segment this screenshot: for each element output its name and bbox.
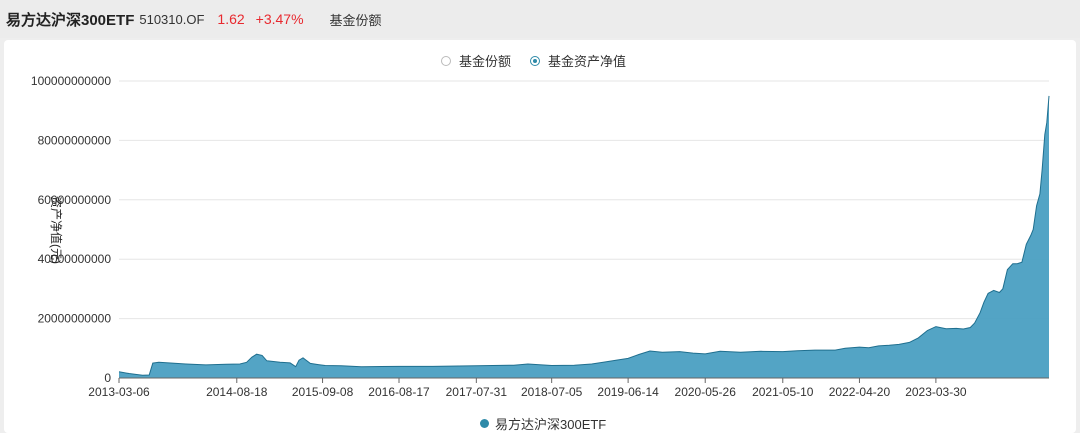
axes [118, 377, 1049, 383]
grid-lines [119, 80, 1049, 320]
x-tick-label: 2013-03-06 [88, 385, 150, 399]
x-tick-label: 2021-05-10 [752, 385, 814, 399]
x-tick-label: 2020-05-26 [675, 385, 737, 399]
x-tick-label: 2023-03-30 [905, 385, 967, 399]
y-tick-label: 40000000000 [38, 252, 112, 266]
series-legend[interactable]: 易方达沪深300ETF [480, 414, 606, 433]
series-area [118, 95, 1050, 379]
x-tick-labels: 2013-03-06 2014-08-18 2015-09-08 2016-08-17… [88, 385, 967, 399]
series-legend-dot-icon [480, 419, 489, 428]
x-tick-label: 2018-07-05 [521, 385, 583, 399]
series-area-fill [119, 95, 1049, 379]
x-tick-label: 2019-06-14 [597, 385, 659, 399]
series-legend-label: 易方达沪深300ETF [495, 417, 607, 432]
y-axis-label: 资产净值(元) [49, 196, 64, 264]
y-tick-label: 20000000000 [38, 312, 112, 326]
x-tick-label: 2014-08-18 [206, 385, 268, 399]
y-tick-labels: 0 20000000000 40000000000 60000000000 800000… [31, 74, 111, 385]
x-tick-label: 2017-07-31 [446, 385, 508, 399]
series-line [118, 95, 1050, 376]
y-tick-label: 100000000000 [31, 74, 111, 88]
net-asset-chart: 0 20000000000 40000000000 60000000000 800000… [31, 74, 1050, 399]
x-tick-label: 2022-04-20 [829, 385, 891, 399]
x-tick-label: 2015-09-08 [292, 385, 354, 399]
y-tick-label: 80000000000 [38, 133, 112, 147]
x-tick-label: 2016-08-17 [368, 385, 430, 399]
y-tick-label: 0 [104, 371, 111, 385]
y-tick-label: 60000000000 [38, 193, 112, 207]
